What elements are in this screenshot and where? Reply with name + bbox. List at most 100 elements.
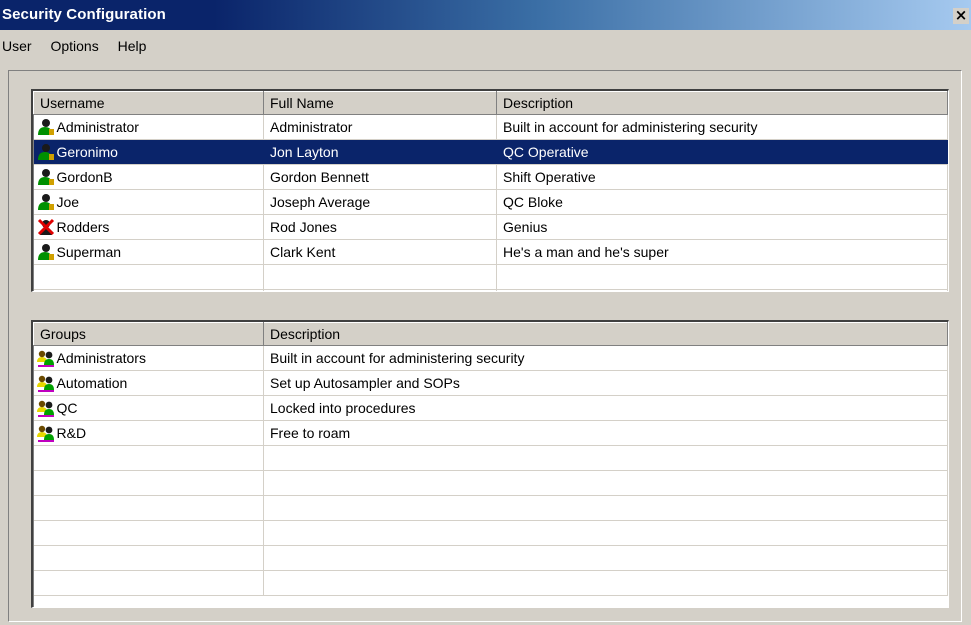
full-name-cell: Administrator	[263, 114, 497, 140]
column-header-description[interactable]: Description	[496, 91, 948, 115]
user-row[interactable]: GordonB Gordon Bennett Shift Operative	[33, 164, 948, 190]
username-cell-text: Joe	[56, 194, 80, 210]
user-row[interactable]: Joe Joseph Average QC Bloke	[33, 189, 948, 215]
group-row[interactable]: Automation Set up Autosampler and SOPs	[33, 370, 948, 396]
empty-row	[33, 520, 948, 546]
group-description-cell: Locked into procedures	[263, 395, 948, 421]
title-bar[interactable]: Security Configuration ×	[0, 0, 971, 30]
user-row[interactable]: Superman Clark Kent He's a man and he's su…	[33, 239, 948, 265]
empty-cell	[33, 570, 264, 596]
empty-row	[33, 545, 948, 571]
empty-cell	[33, 445, 264, 471]
close-button[interactable]: ×	[953, 8, 969, 24]
full-name-cell: Jon Layton	[263, 139, 497, 165]
username-cell: GordonB	[33, 164, 264, 190]
column-header-full-name[interactable]: Full Name	[263, 91, 497, 115]
username-cell: Geronimo	[33, 139, 264, 165]
username-cell-text: GordonB	[56, 169, 113, 185]
empty-row	[33, 264, 948, 290]
empty-row	[33, 495, 948, 521]
group-description-cell: Set up Autosampler and SOPs	[263, 370, 948, 396]
username-cell-text: Rodders	[56, 219, 110, 235]
description-cell: Genius	[496, 214, 948, 240]
column-header-groups[interactable]: Groups	[33, 322, 264, 346]
empty-row	[33, 470, 948, 496]
empty-cell	[33, 495, 264, 521]
description-cell: Shift Operative	[496, 164, 948, 190]
full-name-cell: Gordon Bennett	[263, 164, 497, 190]
group-icon	[36, 349, 56, 367]
group-row[interactable]: R&D Free to roam	[33, 420, 948, 446]
username-cell: Administrator	[33, 114, 264, 140]
empty-cell	[33, 264, 264, 290]
description-cell: QC Bloke	[496, 189, 948, 215]
group-name-cell: QC	[33, 395, 264, 421]
username-cell: Joe	[33, 189, 264, 215]
user-row[interactable]: Rodders Rod Jones Genius	[33, 214, 948, 240]
users-list[interactable]: Username Full Name Description Administr…	[31, 89, 949, 292]
empty-cell	[496, 264, 948, 290]
empty-cell	[263, 570, 948, 596]
user-row[interactable]: Geronimo Jon Layton QC Operative	[33, 139, 948, 165]
group-description-cell: Built in account for administering secur…	[263, 345, 948, 371]
description-cell: QC Operative	[496, 139, 948, 165]
menu-help[interactable]: Help	[111, 34, 155, 56]
full-name-cell-text: Jon Layton	[270, 144, 339, 160]
group-description-cell: Free to roam	[263, 420, 948, 446]
window-title: Security Configuration	[2, 6, 166, 23]
empty-row	[33, 445, 948, 471]
empty-cell	[263, 520, 948, 546]
empty-cell	[263, 470, 948, 496]
empty-row	[33, 289, 948, 291]
username-cell: Superman	[33, 239, 264, 265]
group-icon	[36, 399, 56, 417]
content-panel: Username Full Name Description Administr…	[8, 70, 962, 622]
description-cell: He's a man and he's super	[496, 239, 948, 265]
group-description-cell-text: Set up Autosampler and SOPs	[270, 375, 460, 391]
empty-cell	[33, 289, 264, 291]
username-cell-text: Administrator	[56, 119, 139, 135]
full-name-cell: Rod Jones	[263, 214, 497, 240]
full-name-cell-text: Joseph Average	[270, 194, 371, 210]
group-row[interactable]: Administrators Built in account for admin…	[33, 345, 948, 371]
user-icon	[36, 143, 56, 161]
description-cell-text: QC Bloke	[503, 194, 563, 210]
description-cell-text: Genius	[503, 219, 548, 235]
description-cell-text: Built in account for administering secur…	[503, 119, 758, 135]
description-cell-text: Shift Operative	[503, 169, 596, 185]
user-icon	[36, 243, 56, 261]
column-header-username[interactable]: Username	[33, 91, 264, 115]
group-name-cell-text: R&D	[56, 425, 87, 441]
full-name-cell-text: Rod Jones	[270, 219, 337, 235]
empty-cell	[496, 289, 948, 291]
username-cell-text: Geronimo	[56, 144, 118, 160]
empty-cell	[263, 545, 948, 571]
empty-row	[33, 570, 948, 596]
group-row[interactable]: QC Locked into procedures	[33, 395, 948, 421]
empty-cell	[33, 520, 264, 546]
group-description-cell-text: Built in account for administering secur…	[270, 350, 525, 366]
group-icon	[36, 374, 56, 392]
full-name-cell-text: Administrator	[270, 119, 353, 135]
full-name-cell: Clark Kent	[263, 239, 497, 265]
description-cell-text: QC Operative	[503, 144, 589, 160]
groups-list[interactable]: Groups Description Administrators Built i…	[31, 320, 949, 608]
menu-user[interactable]: User	[0, 34, 40, 56]
group-name-cell: Administrators	[33, 345, 264, 371]
empty-cell	[263, 495, 948, 521]
column-header-group-description[interactable]: Description	[263, 322, 948, 346]
empty-cell	[263, 289, 497, 291]
full-name-cell-text: Clark Kent	[270, 244, 336, 260]
group-name-cell: Automation	[33, 370, 264, 396]
menu-options[interactable]: Options	[43, 34, 106, 56]
user-row[interactable]: Administrator Administrator Built in accou…	[33, 114, 948, 140]
empty-cell	[33, 545, 264, 571]
group-description-cell-text: Locked into procedures	[270, 400, 416, 416]
user-icon	[36, 168, 56, 186]
empty-cell	[263, 264, 497, 290]
empty-cell	[33, 470, 264, 496]
group-name-cell-text: Automation	[56, 375, 128, 391]
group-name-cell-text: Administrators	[56, 350, 146, 366]
group-name-cell: R&D	[33, 420, 264, 446]
username-cell: Rodders	[33, 214, 264, 240]
